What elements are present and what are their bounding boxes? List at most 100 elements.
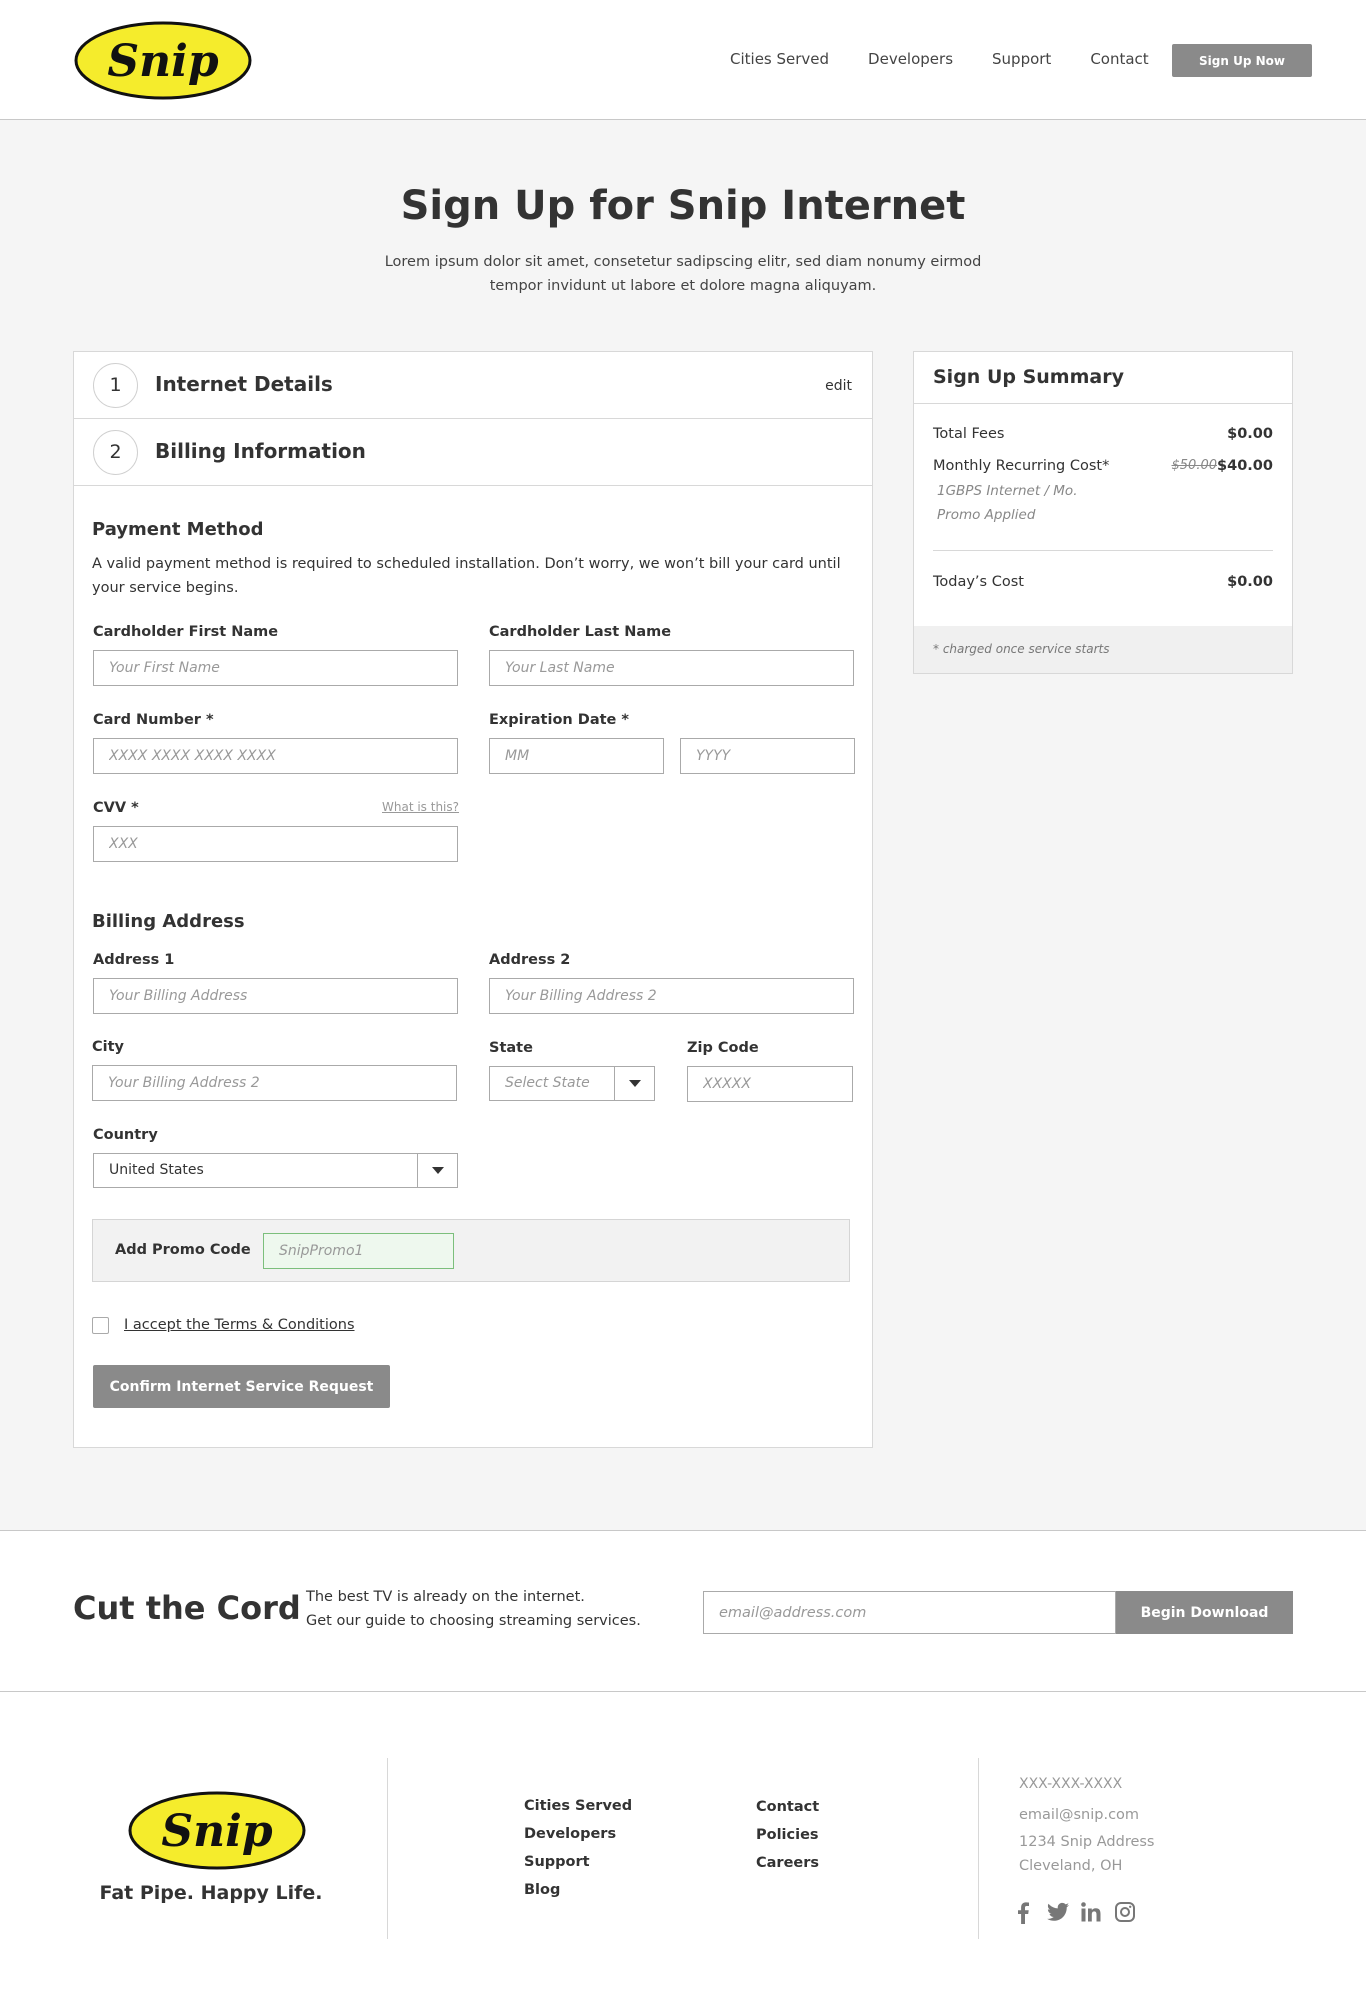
country-label: Country bbox=[93, 1127, 158, 1143]
intro-text: Lorem ipsum dolor sit amet, consetetur s… bbox=[384, 254, 982, 294]
summary-title: Sign Up Summary bbox=[933, 366, 1124, 388]
first-name-input[interactable] bbox=[93, 650, 458, 686]
main-nav: Cities Served Developers Support Contact bbox=[730, 50, 1188, 72]
site-header: Snip Cities Served Developers Support Co… bbox=[0, 0, 1366, 120]
cvv-input[interactable] bbox=[93, 826, 458, 862]
signup-main: Sign Up for Snip Internet Lorem ipsum do… bbox=[0, 120, 1366, 1530]
chevron-down-icon bbox=[614, 1067, 654, 1100]
nav-developers[interactable]: Developers bbox=[868, 50, 953, 72]
sign-up-now-button[interactable]: Sign Up Now bbox=[1172, 44, 1312, 77]
terms-checkbox[interactable] bbox=[92, 1317, 109, 1334]
address1-input[interactable] bbox=[93, 978, 458, 1014]
snip-logo[interactable]: Snip bbox=[74, 21, 252, 100]
footer-link-contact[interactable]: Contact bbox=[756, 1799, 819, 1815]
footer-divider-left bbox=[387, 1758, 388, 1939]
nav-cities-served[interactable]: Cities Served bbox=[730, 50, 829, 72]
step-label: Internet Details bbox=[155, 372, 333, 396]
billing-address-title: Billing Address bbox=[92, 911, 245, 932]
footer-link-policies[interactable]: Policies bbox=[756, 1827, 819, 1843]
nav-contact[interactable]: Contact bbox=[1090, 50, 1148, 72]
footer-address-line-1: 1234 Snip Address bbox=[1019, 1834, 1155, 1850]
expiration-date-label: Expiration Date * bbox=[489, 712, 629, 728]
edit-link[interactable]: edit bbox=[825, 378, 852, 394]
expiration-month-input[interactable] bbox=[489, 738, 664, 774]
promo-applied-line: Promo Applied bbox=[937, 507, 1036, 523]
zip-code-label: Zip Code bbox=[687, 1040, 759, 1056]
card-number-label: Card Number * bbox=[93, 712, 214, 728]
monthly-cost-label: Monthly Recurring Cost* bbox=[933, 458, 1110, 474]
monthly-cost-value: $40.00 bbox=[1217, 458, 1273, 474]
footer-link-blog[interactable]: Blog bbox=[524, 1882, 560, 1898]
cvv-help-link[interactable]: What is this? bbox=[382, 800, 459, 814]
first-name-label: Cardholder First Name bbox=[93, 624, 279, 640]
footer-link-support[interactable]: Support bbox=[524, 1854, 590, 1870]
city-input[interactable] bbox=[92, 1065, 457, 1101]
plan-line: 1GBPS Internet / Mo. bbox=[937, 483, 1078, 499]
country-select[interactable]: United States bbox=[93, 1153, 458, 1188]
footer-snip-logo[interactable]: Snip bbox=[128, 1791, 306, 1870]
begin-download-button[interactable]: Begin Download bbox=[1116, 1591, 1293, 1634]
facebook-icon[interactable] bbox=[1016, 1902, 1030, 1924]
cvv-label: CVV * bbox=[93, 800, 139, 816]
last-name-label: Cardholder Last Name bbox=[489, 624, 672, 640]
cord-line-2: Get our guide to choosing streaming serv… bbox=[306, 1613, 641, 1629]
footer-link-cities-served[interactable]: Cities Served bbox=[524, 1798, 632, 1814]
site-footer: Snip Fat Pipe. Happy Life. Cities Served… bbox=[0, 1692, 1366, 2007]
zip-code-input[interactable] bbox=[687, 1066, 853, 1102]
footer-email[interactable]: email@snip.com bbox=[1019, 1807, 1139, 1823]
terms-link[interactable]: I accept the Terms & Conditions bbox=[124, 1317, 355, 1333]
summary-divider bbox=[914, 403, 1292, 404]
step-label: Billing Information bbox=[155, 439, 366, 463]
address2-input[interactable] bbox=[489, 978, 854, 1014]
monthly-cost-row: Monthly Recurring Cost* $50.00 $40.00 bbox=[933, 458, 1273, 474]
signup-form-card: 1 Internet Details edit 2 Billing Inform… bbox=[73, 351, 873, 1448]
state-label: State bbox=[489, 1040, 533, 1056]
state-select[interactable]: Select State bbox=[489, 1066, 655, 1101]
chevron-down-icon bbox=[417, 1154, 457, 1187]
summary-footnote: * charged once service starts bbox=[914, 626, 1292, 673]
address2-label: Address 2 bbox=[489, 952, 571, 968]
summary-note: * charged once service starts bbox=[933, 642, 1110, 656]
total-fees-label: Total Fees bbox=[933, 426, 1005, 442]
todays-cost-value: $0.00 bbox=[1227, 574, 1273, 590]
footer-divider-right bbox=[978, 1758, 979, 1939]
signup-summary-panel: Sign Up Summary Total Fees $0.00 Monthly… bbox=[913, 351, 1293, 674]
step-billing-information[interactable]: 2 Billing Information bbox=[74, 419, 872, 486]
total-fees-value: $0.00 bbox=[1227, 426, 1273, 442]
guide-email-input[interactable] bbox=[703, 1591, 1116, 1634]
nav-support[interactable]: Support bbox=[992, 50, 1051, 72]
cord-title: Cut the Cord bbox=[73, 1589, 301, 1627]
payment-method-title: Payment Method bbox=[92, 519, 264, 540]
instagram-icon[interactable] bbox=[1115, 1902, 1135, 1922]
promo-code-input[interactable] bbox=[263, 1233, 454, 1269]
confirm-service-button[interactable]: Confirm Internet Service Request bbox=[93, 1365, 390, 1408]
todays-cost-label: Today’s Cost bbox=[933, 574, 1024, 590]
step-internet-details[interactable]: 1 Internet Details edit bbox=[74, 352, 872, 419]
step-number: 2 bbox=[93, 430, 138, 475]
monthly-old-price: $50.00 bbox=[1171, 458, 1218, 473]
summary-separator bbox=[933, 550, 1273, 551]
logo-text: Snip bbox=[107, 36, 218, 87]
card-number-input[interactable] bbox=[93, 738, 458, 774]
address1-label: Address 1 bbox=[93, 952, 175, 968]
footer-link-careers[interactable]: Careers bbox=[756, 1855, 819, 1871]
cut-the-cord-section: Cut the Cord The best TV is already on t… bbox=[0, 1530, 1366, 1692]
country-select-value: United States bbox=[109, 1162, 204, 1178]
page-title: Sign Up for Snip Internet bbox=[400, 183, 966, 229]
todays-cost-row: Today’s Cost $0.00 bbox=[933, 574, 1273, 590]
promo-code-box: Add Promo Code bbox=[92, 1219, 850, 1282]
cord-text: The best TV is already on the internet. … bbox=[306, 1585, 641, 1633]
last-name-input[interactable] bbox=[489, 650, 854, 686]
promo-code-label: Add Promo Code bbox=[115, 1242, 251, 1258]
footer-address-line-2: Cleveland, OH bbox=[1019, 1858, 1123, 1874]
total-fees-row: Total Fees $0.00 bbox=[933, 426, 1273, 442]
footer-tagline: Fat Pipe. Happy Life. bbox=[99, 1882, 323, 1904]
twitter-icon[interactable] bbox=[1047, 1902, 1069, 1922]
footer-link-developers[interactable]: Developers bbox=[524, 1826, 616, 1842]
payment-description: A valid payment method is required to sc… bbox=[92, 556, 841, 596]
footer-logo-text: Snip bbox=[161, 1806, 272, 1857]
linkedin-icon[interactable] bbox=[1081, 1902, 1101, 1922]
expiration-year-input[interactable] bbox=[680, 738, 855, 774]
step-number: 1 bbox=[93, 363, 138, 408]
footer-phone: XXX-XXX-XXXX bbox=[1019, 1776, 1123, 1792]
